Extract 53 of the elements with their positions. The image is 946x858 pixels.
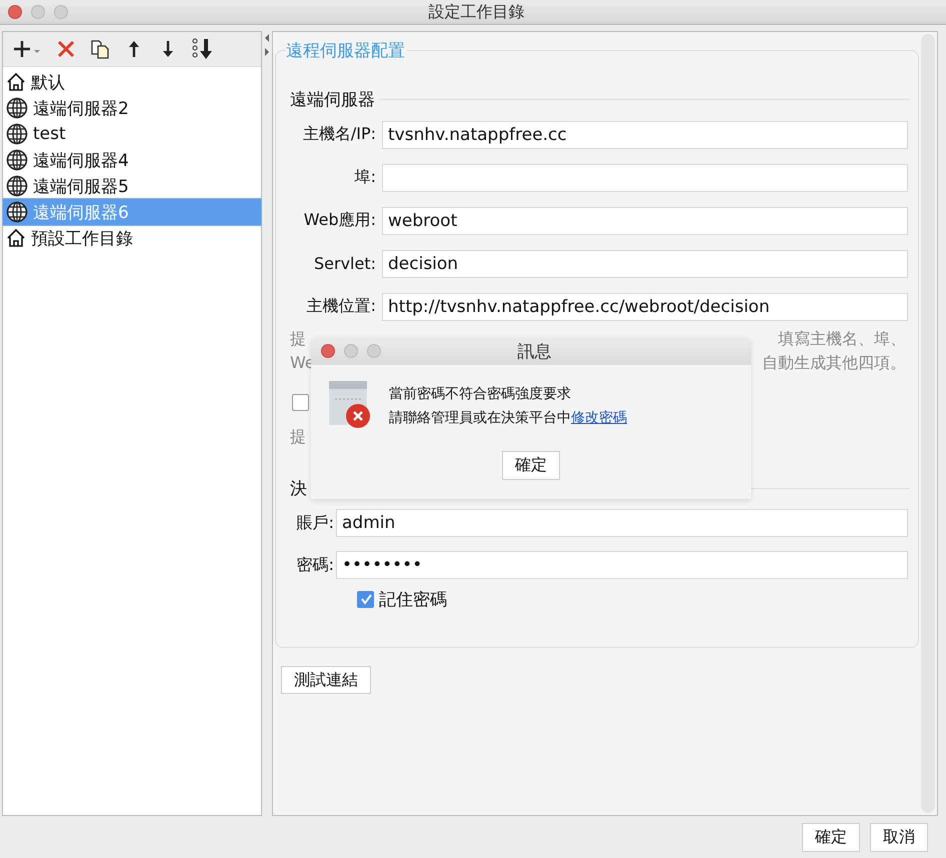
ok-button[interactable]: 確定 (502, 451, 560, 480)
field-label: Web應用: (302, 210, 377, 231)
section-title: 遠端伺服器 (290, 88, 375, 110)
hint-text: 提 (290, 329, 306, 350)
window-title: 設定工作目錄 (428, 2, 526, 22)
message-text: 請聯絡管理員或在決策平台中修改密碼 (389, 409, 627, 427)
input-field[interactable]: webroot (382, 206, 908, 234)
dialog-button[interactable]: 取消 (870, 822, 928, 852)
globe-icon (6, 201, 28, 223)
close-icon[interactable] (8, 5, 22, 19)
checkbox[interactable] (292, 394, 309, 410)
home-icon (6, 228, 26, 248)
test-connection-button[interactable]: 測試連結 (281, 666, 371, 694)
sidebar-item[interactable]: 遠端伺服器5 (3, 173, 261, 199)
hint-text: 填寫主機名、埠、 (778, 329, 906, 350)
field-label: 主機位置: (306, 296, 377, 317)
globe-icon (6, 123, 28, 145)
add-icon[interactable] (13, 38, 43, 60)
field-label: 賬戶: (296, 512, 335, 534)
sidebar-item[interactable]: test (3, 121, 261, 147)
hint-text: 提 (290, 426, 306, 448)
home-icon (6, 72, 26, 92)
field-label: 主機名/IP: (302, 124, 377, 145)
change-password-link[interactable]: 修改密碼 (571, 410, 627, 426)
field-label: Servlet: (313, 254, 377, 273)
sidebar-item[interactable]: 默认 (3, 69, 261, 95)
globe-icon (6, 97, 28, 119)
copy-icon[interactable] (89, 38, 111, 60)
sidebar-item[interactable]: 遠端伺服器4 (3, 147, 261, 173)
globe-icon (6, 149, 28, 171)
field-label: 埠: (354, 167, 377, 188)
checkbox[interactable] (357, 590, 374, 608)
input-field[interactable]: tvsnhv.natappfree.cc (382, 120, 908, 148)
hint-text: 自動生成其他四項。 (762, 353, 906, 374)
input-field[interactable]: decision (382, 250, 908, 278)
globe-icon (6, 175, 28, 197)
message-text: 當前密碼不符合密碼強度要求 (389, 385, 572, 403)
delete-icon[interactable] (55, 38, 77, 60)
input-field[interactable]: •••••••• (336, 551, 908, 579)
input-field[interactable]: http://tvsnhv.natappfree.cc/webroot/decision (382, 292, 908, 320)
sidebar-item[interactable]: 預設工作目錄 (3, 225, 261, 251)
move-bottom-icon[interactable] (191, 37, 215, 61)
input-field[interactable] (382, 164, 908, 192)
checkbox-label: 記住密碼 (379, 588, 447, 610)
field-label: 密碼: (296, 554, 335, 576)
dialog-button[interactable]: 確定 (802, 822, 860, 852)
error-icon (327, 381, 371, 429)
sidebar-item[interactable]: 遠端伺服器2 (3, 95, 261, 121)
section-title: 決 (290, 478, 307, 500)
collapse-arrows-icon[interactable] (264, 33, 270, 57)
dialog-title: 訊息 (516, 340, 552, 362)
input-field[interactable]: admin (336, 509, 908, 537)
close-icon[interactable] (321, 344, 335, 358)
